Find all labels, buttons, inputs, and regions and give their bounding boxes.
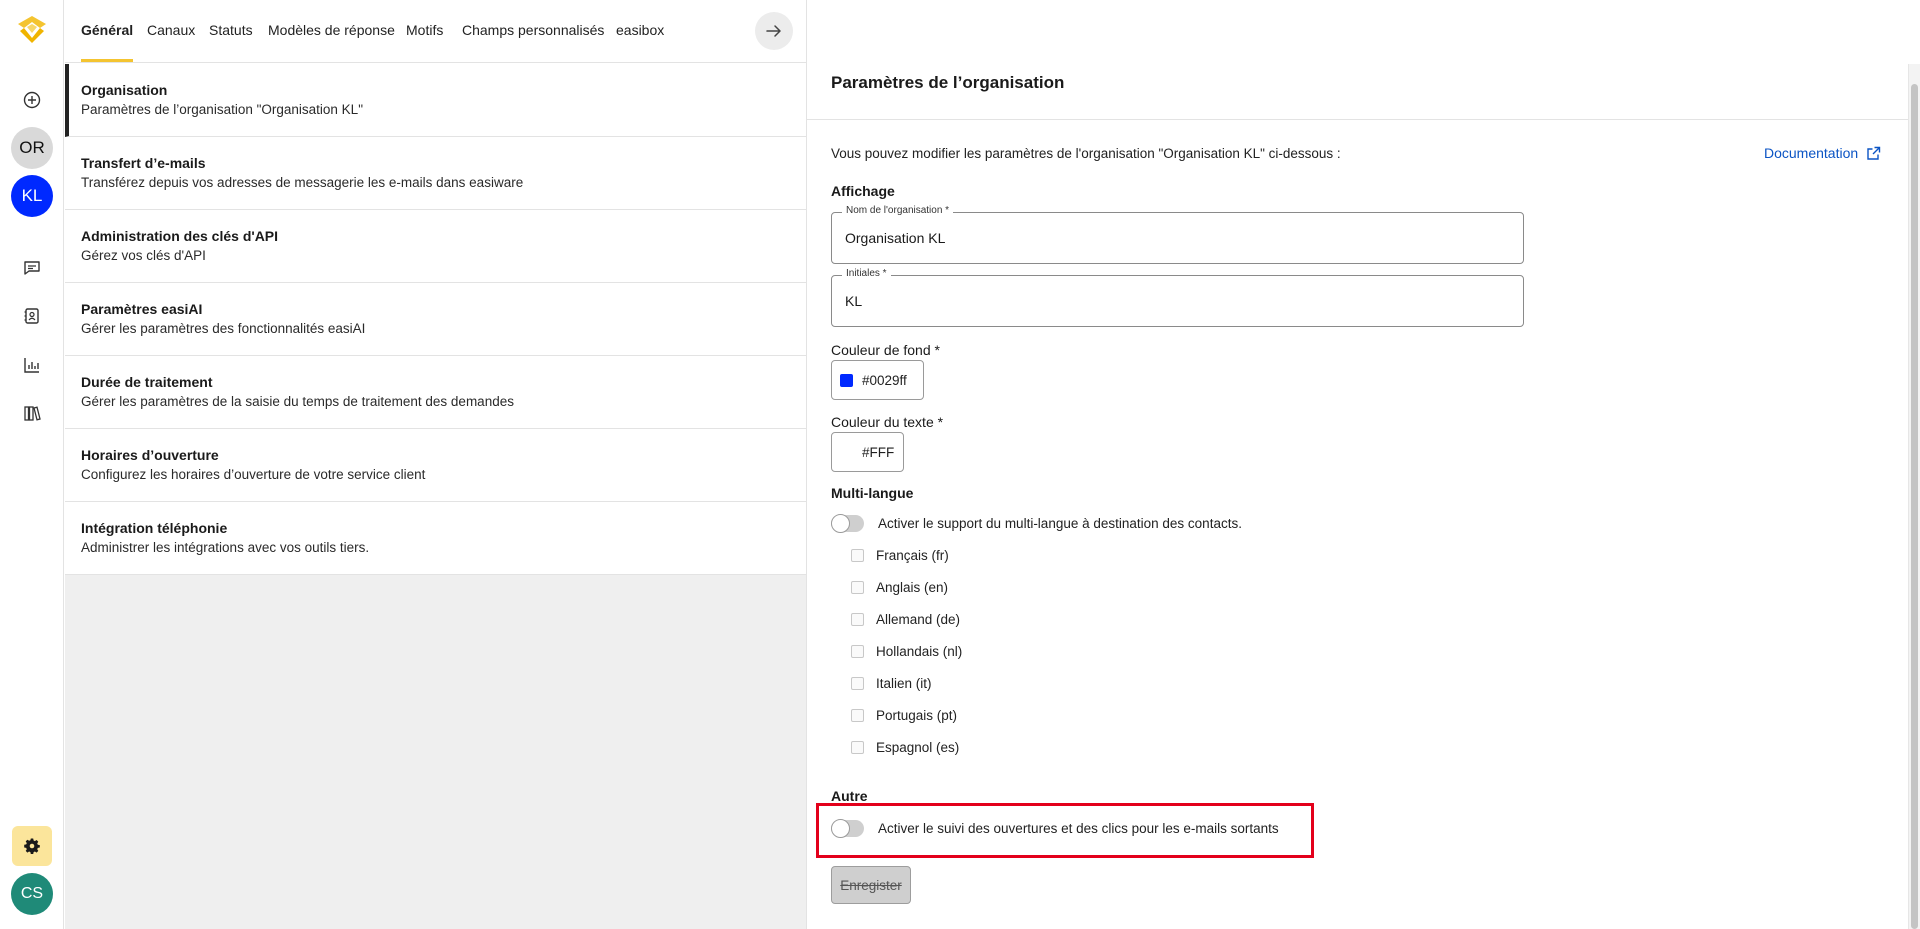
menu-item-title: Durée de traitement [81, 374, 213, 390]
initials-field[interactable]: Initiales * [831, 268, 1524, 327]
app-window: OR KL CS Général Canaux Statuts Modèles … [0, 0, 1920, 929]
language-option[interactable]: Italien (it) [851, 676, 932, 691]
tab-general[interactable]: Général [81, 0, 134, 62]
menu-item-subtitle: Configurez les horaires d’ouverture de v… [81, 467, 426, 482]
menu-item-telephonie[interactable]: Intégration téléphonie Administrer les i… [65, 502, 806, 575]
documentation-link-label: Documentation [1764, 145, 1859, 161]
org-name-input[interactable] [845, 230, 1505, 246]
multilang-toggle-row: Activer le support du multi-langue à des… [831, 514, 1242, 533]
arrow-right-icon [766, 25, 781, 37]
language-option[interactable]: Portugais (pt) [851, 708, 957, 723]
menu-item-horaires[interactable]: Horaires d’ouverture Configurez les hora… [65, 429, 806, 502]
menu-item-transfert-emails[interactable]: Transfert d’e-mails Transférez depuis vo… [65, 137, 806, 210]
language-checkbox[interactable] [851, 741, 864, 754]
language-label: Portugais (pt) [876, 708, 958, 723]
gear-icon [24, 838, 40, 854]
logo-icon[interactable] [14, 12, 50, 46]
highlight-box [816, 803, 1314, 858]
external-link-icon [1867, 146, 1881, 160]
menu-item-subtitle: Paramètres de l’organisation "Organisati… [81, 102, 363, 117]
tab-motifs[interactable]: Motifs [406, 0, 443, 62]
language-option[interactable]: Hollandais (nl) [851, 644, 962, 659]
settings-button[interactable] [12, 826, 52, 866]
avatar-org[interactable]: OR [11, 127, 53, 169]
tabs-next-button[interactable] [755, 12, 793, 50]
scrollbar-thumb[interactable] [1911, 84, 1918, 929]
language-checkbox[interactable] [851, 677, 864, 690]
avatar-user[interactable]: CS [11, 873, 53, 915]
menu-item-subtitle: Administrer les intégrations avec vos ou… [81, 540, 370, 555]
contacts-icon[interactable] [17, 301, 47, 331]
menu-item-easiai[interactable]: Paramètres easiAI Gérer les paramètres d… [65, 283, 806, 356]
navigation-rail: OR KL CS [0, 0, 64, 929]
menu-item-title: Paramètres easiAI [81, 301, 203, 317]
tab-canaux[interactable]: Canaux [147, 0, 195, 62]
text-color-value: #FFF [862, 444, 895, 460]
bg-color-value: #0029ff [862, 372, 907, 388]
menu-item-duree-traitement[interactable]: Durée de traitement Gérer les paramètres… [65, 356, 806, 429]
tab-champs-personnalises[interactable]: Champs personnalisés [462, 0, 604, 62]
menu-item-subtitle: Gérer les paramètres des fonctionnalités… [81, 321, 366, 336]
language-checkbox[interactable] [851, 581, 864, 594]
menu-item-subtitle: Gérez vos clés d'API [81, 248, 206, 263]
avatar-org-active[interactable]: KL [11, 175, 53, 217]
chart-icon[interactable] [17, 350, 47, 380]
language-label: Allemand (de) [876, 612, 961, 627]
page-title: Paramètres de l’organisation [831, 73, 1065, 92]
initials-input[interactable] [845, 293, 1505, 309]
menu-item-subtitle: Transférez depuis vos adresses de messag… [81, 175, 524, 190]
chat-icon[interactable] [17, 253, 47, 283]
bg-color-label: Couleur de fond * [831, 342, 940, 358]
language-checkbox[interactable] [851, 549, 864, 562]
tab-modeles-reponse[interactable]: Modèles de réponse [268, 0, 395, 62]
text-color-label: Couleur du texte * [831, 414, 944, 430]
bg-color-picker[interactable]: #0029ff [831, 360, 924, 400]
intro-text: Vous pouvez modifier les paramètres de l… [831, 146, 1341, 161]
settings-menu: Organisation Paramètres de l’organisatio… [65, 64, 806, 929]
tab-statuts[interactable]: Statuts [209, 0, 253, 62]
language-option[interactable]: Allemand (de) [851, 612, 960, 627]
language-option[interactable]: Espagnol (es) [851, 740, 959, 755]
library-icon[interactable] [17, 398, 47, 428]
org-name-field[interactable]: Nom de l'organisation * [831, 205, 1524, 264]
menu-item-organisation[interactable]: Organisation Paramètres de l’organisatio… [65, 64, 806, 137]
language-checkbox[interactable] [851, 709, 864, 722]
language-checkbox[interactable] [851, 613, 864, 626]
menu-item-title: Organisation [81, 82, 168, 98]
multilang-toggle-label: Activer le support du multi-langue à des… [878, 516, 1242, 531]
language-label: Français (fr) [876, 548, 949, 563]
section-multi-langue: Multi-langue [831, 485, 914, 501]
initials-label: Initiales * [842, 268, 891, 279]
text-color-swatch [840, 445, 853, 459]
tab-easibox[interactable]: easibox [616, 0, 664, 62]
menu-item-title: Intégration téléphonie [81, 520, 228, 536]
menu-item-title: Administration des clés d'API [81, 228, 279, 244]
language-label: Espagnol (es) [876, 740, 960, 755]
menu-item-cles-api[interactable]: Administration des clés d'API Gérez vos … [65, 210, 806, 283]
language-checkbox[interactable] [851, 645, 864, 658]
settings-tabs: Général Canaux Statuts Modèles de répons… [65, 0, 806, 63]
text-color-picker[interactable]: #FFF [831, 432, 904, 472]
menu-item-subtitle: Gérer les paramètres de la saisie du tem… [81, 394, 514, 409]
menu-item-title: Horaires d’ouverture [81, 447, 219, 463]
save-button[interactable]: Enregister [831, 866, 911, 904]
language-option[interactable]: Français (fr) [851, 548, 949, 563]
bg-color-swatch [840, 373, 853, 387]
language-label: Anglais (en) [876, 580, 949, 595]
org-name-label: Nom de l'organisation * [842, 205, 954, 216]
language-label: Italien (it) [876, 676, 932, 691]
language-label: Hollandais (nl) [876, 644, 963, 659]
scrollbar[interactable] [1908, 64, 1920, 929]
panel-divider [806, 0, 807, 929]
menu-item-title: Transfert d’e-mails [81, 155, 206, 171]
multilang-toggle[interactable] [831, 514, 864, 533]
language-option[interactable]: Anglais (en) [851, 580, 948, 595]
documentation-link[interactable]: Documentation [1764, 145, 1881, 161]
panel-header: Paramètres de l’organisation [807, 64, 1909, 120]
plus-circle-icon[interactable] [17, 85, 47, 115]
section-autre: Autre [831, 788, 868, 804]
section-affichage: Affichage [831, 183, 895, 199]
